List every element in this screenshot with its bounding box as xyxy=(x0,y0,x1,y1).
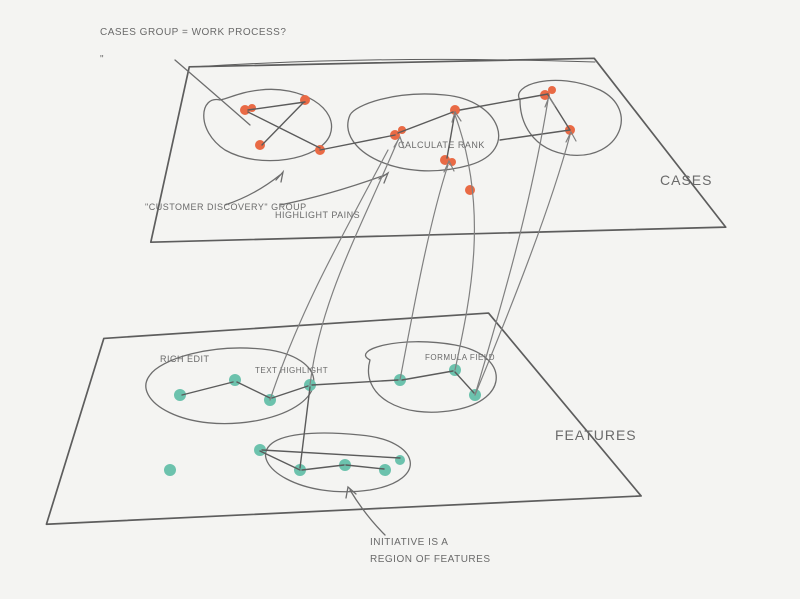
annotation-initiative-line1: INITIATIVE IS A xyxy=(370,537,448,548)
dots-features xyxy=(164,364,481,476)
annotation-cases-group: CASES GROUP = WORK PROCESS? xyxy=(100,27,286,38)
edges-features xyxy=(182,371,474,470)
label-text-highlight: TEXT HIGHLIGHT xyxy=(255,366,328,375)
arrow-highlight-pains xyxy=(280,175,385,205)
label-cases: CASES xyxy=(660,172,712,188)
arrow-cases-group xyxy=(175,60,250,125)
blob-cases-right xyxy=(519,80,622,155)
svg-text:": " xyxy=(100,54,104,65)
label-highlight-pains: highlight pains xyxy=(275,210,360,220)
arrow-initiative xyxy=(350,490,385,535)
blob-features-bottom xyxy=(266,433,411,492)
label-rich-edit: RICH EDIT xyxy=(160,354,210,364)
annotation-initiative-line2: REGION OF FEATURES xyxy=(370,554,491,565)
concept-sketch: CASES CASES GROUP = WORK PROCESS? " CALC… xyxy=(0,0,800,599)
blob-cases-left xyxy=(204,89,332,160)
label-calculate-rank: CALCULATE RANK xyxy=(398,140,485,150)
arrow-customer-discovery xyxy=(225,175,280,205)
label-features: FEATURES xyxy=(555,427,637,443)
blob-cases-mid xyxy=(348,94,499,171)
